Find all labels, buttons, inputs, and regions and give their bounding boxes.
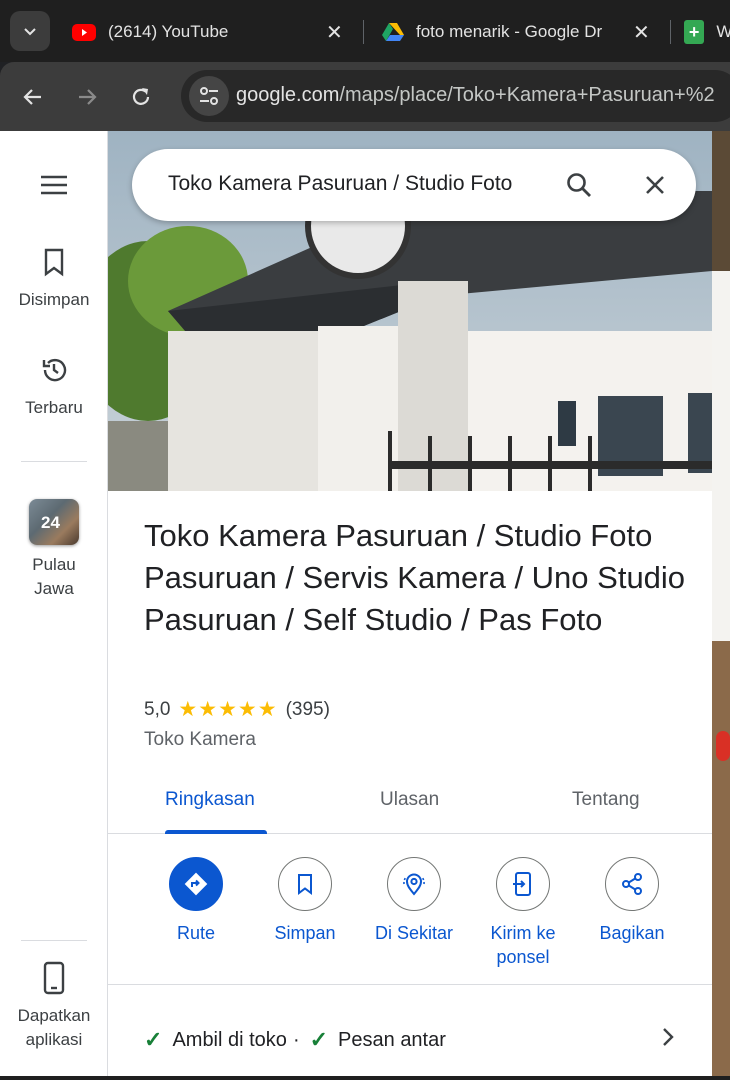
back-button[interactable]: [15, 79, 51, 115]
maps-side-rail: Disimpan Terbaru 24 Pulau Jawa Dapatkan …: [0, 131, 108, 1080]
rail-divider: [21, 461, 87, 462]
map-canvas[interactable]: [712, 131, 730, 1080]
send-to-phone-button[interactable]: Kirim ke ponsel: [468, 857, 578, 969]
share-icon: [605, 857, 659, 911]
url-path: /maps/place/Toko+Kamera+Pasuruan+%2: [339, 84, 715, 106]
send-label-line2: ponsel: [496, 947, 550, 967]
nearby-button[interactable]: Di Sekitar: [359, 857, 469, 945]
tab-separator: [363, 20, 364, 44]
delivery-option: Pesan antar: [338, 1028, 446, 1051]
tab-title: foto menarik - Google Dr: [416, 22, 603, 41]
service-separator: ·: [292, 1028, 300, 1051]
chevron-down-icon: [24, 28, 36, 36]
url-text: google.com/maps/place/Toko+Kamera+Pasuru…: [236, 84, 715, 107]
clear-search-button[interactable]: [635, 165, 675, 205]
map-terrain: [712, 641, 730, 1076]
nearby-label: Di Sekitar: [374, 923, 454, 943]
tab-overview[interactable]: Ringkasan: [165, 789, 255, 811]
browser-toolbar: google.com/maps/place/Toko+Kamera+Pasuru…: [0, 62, 730, 131]
url-host: google.com: [236, 84, 340, 106]
search-icon: [567, 173, 591, 197]
directions-icon: [169, 857, 223, 911]
get-app-button[interactable]: Dapatkan aplikasi: [0, 961, 108, 1052]
menu-button[interactable]: [0, 173, 108, 202]
maps-search-box[interactable]: Toko Kamera Pasuruan / Studio Foto: [132, 149, 696, 221]
check-icon: ✓: [309, 1027, 329, 1052]
reload-button[interactable]: [123, 79, 159, 115]
close-tab-icon[interactable]: ✕: [633, 20, 650, 45]
get-app-line2: aplikasi: [25, 1030, 83, 1049]
saved-button[interactable]: Disimpan: [0, 247, 108, 312]
bookmark-icon: [44, 248, 64, 277]
close-icon: [646, 176, 664, 194]
chevron-right-icon[interactable]: [656, 1022, 680, 1052]
youtube-icon: [72, 23, 96, 41]
map-panel-edge: [712, 271, 730, 641]
place-thumbnail: 24: [29, 499, 79, 545]
phone-icon: [43, 961, 65, 995]
tab-google-drive[interactable]: foto menarik - Google Dr ✕: [382, 14, 662, 50]
forward-button[interactable]: [69, 79, 105, 115]
active-tab-indicator: [165, 830, 267, 834]
save-button[interactable]: Simpan: [250, 857, 360, 945]
get-app-line1: Dapatkan: [17, 1006, 91, 1025]
map-pin-icon[interactable]: [716, 731, 730, 761]
tab-about[interactable]: Tentang: [572, 789, 640, 811]
review-count-link[interactable]: (395): [286, 699, 330, 721]
nearby-search-icon: [387, 857, 441, 911]
browser-tab-strip: (2614) YouTube ✕ foto menarik - Google D…: [0, 0, 730, 62]
section-divider: [108, 984, 712, 985]
tab-search-button[interactable]: [10, 11, 50, 51]
share-label: Bagikan: [599, 923, 665, 943]
saved-label: Disimpan: [18, 290, 90, 309]
recent-button[interactable]: Terbaru: [0, 355, 108, 420]
send-to-phone-icon: [496, 857, 550, 911]
site-info-button[interactable]: [189, 76, 229, 116]
route-label: Rute: [176, 923, 216, 943]
search-button[interactable]: [559, 165, 599, 205]
tab-youtube[interactable]: (2614) YouTube ✕: [72, 14, 352, 50]
save-label: Simpan: [274, 923, 336, 943]
rating-row: 5,0 ★★★★★ (395): [144, 697, 330, 722]
rating-value: 5,0: [144, 698, 171, 720]
page-bottom-edge: [0, 1076, 730, 1080]
tab-reviews[interactable]: Ulasan: [380, 789, 439, 811]
pickup-option: Ambil di toko: [172, 1028, 287, 1051]
send-label-line1: Kirim ke: [490, 923, 556, 943]
recent-place-pulau-jawa[interactable]: 24 Pulau Jawa: [0, 499, 108, 601]
arrow-right-icon: [79, 89, 97, 105]
share-button[interactable]: Bagikan: [577, 857, 687, 945]
layer-label-line1: Pulau: [32, 555, 76, 574]
tab-separator: [670, 20, 671, 44]
check-icon: ✓: [144, 1027, 163, 1052]
close-tab-icon[interactable]: ✕: [326, 20, 343, 45]
history-icon: [42, 358, 67, 382]
recent-label: Terbaru: [25, 398, 83, 417]
hamburger-menu-icon: [41, 175, 67, 195]
tab-google-sheets[interactable]: + W: [684, 14, 730, 50]
google-sheets-icon: +: [684, 20, 705, 44]
search-input[interactable]: Toko Kamera Pasuruan / Studio Foto: [168, 172, 538, 196]
reload-icon: [132, 88, 150, 105]
bookmark-icon: [278, 857, 332, 911]
rail-divider: [21, 940, 87, 941]
place-category[interactable]: Toko Kamera: [144, 729, 256, 751]
tab-title: (2614) YouTube: [108, 22, 229, 41]
place-title: Toko Kamera Pasuruan / Studio Foto Pasur…: [144, 518, 686, 637]
google-drive-icon: [382, 23, 404, 41]
place-panel: Toko Kamera Pasuruan / Studio Foto Pasur…: [108, 131, 712, 1080]
place-tabs: Ringkasan Ulasan Tentang: [108, 771, 712, 834]
tune-icon: [200, 87, 218, 105]
arrow-left-icon: [23, 89, 41, 105]
layer-badge-count: 24: [41, 513, 60, 532]
map-terrain: [712, 131, 730, 271]
star-rating-icon: ★★★★★: [178, 698, 278, 721]
route-button[interactable]: Rute: [141, 857, 251, 945]
tab-title: W: [716, 22, 730, 41]
address-bar[interactable]: google.com/maps/place/Toko+Kamera+Pasuru…: [181, 70, 730, 122]
service-options[interactable]: ✓ Ambil di toko · ✓ Pesan antar: [144, 1027, 446, 1053]
maps-viewport: Disimpan Terbaru 24 Pulau Jawa Dapatkan …: [0, 131, 730, 1080]
layer-label-line2: Jawa: [34, 579, 74, 598]
